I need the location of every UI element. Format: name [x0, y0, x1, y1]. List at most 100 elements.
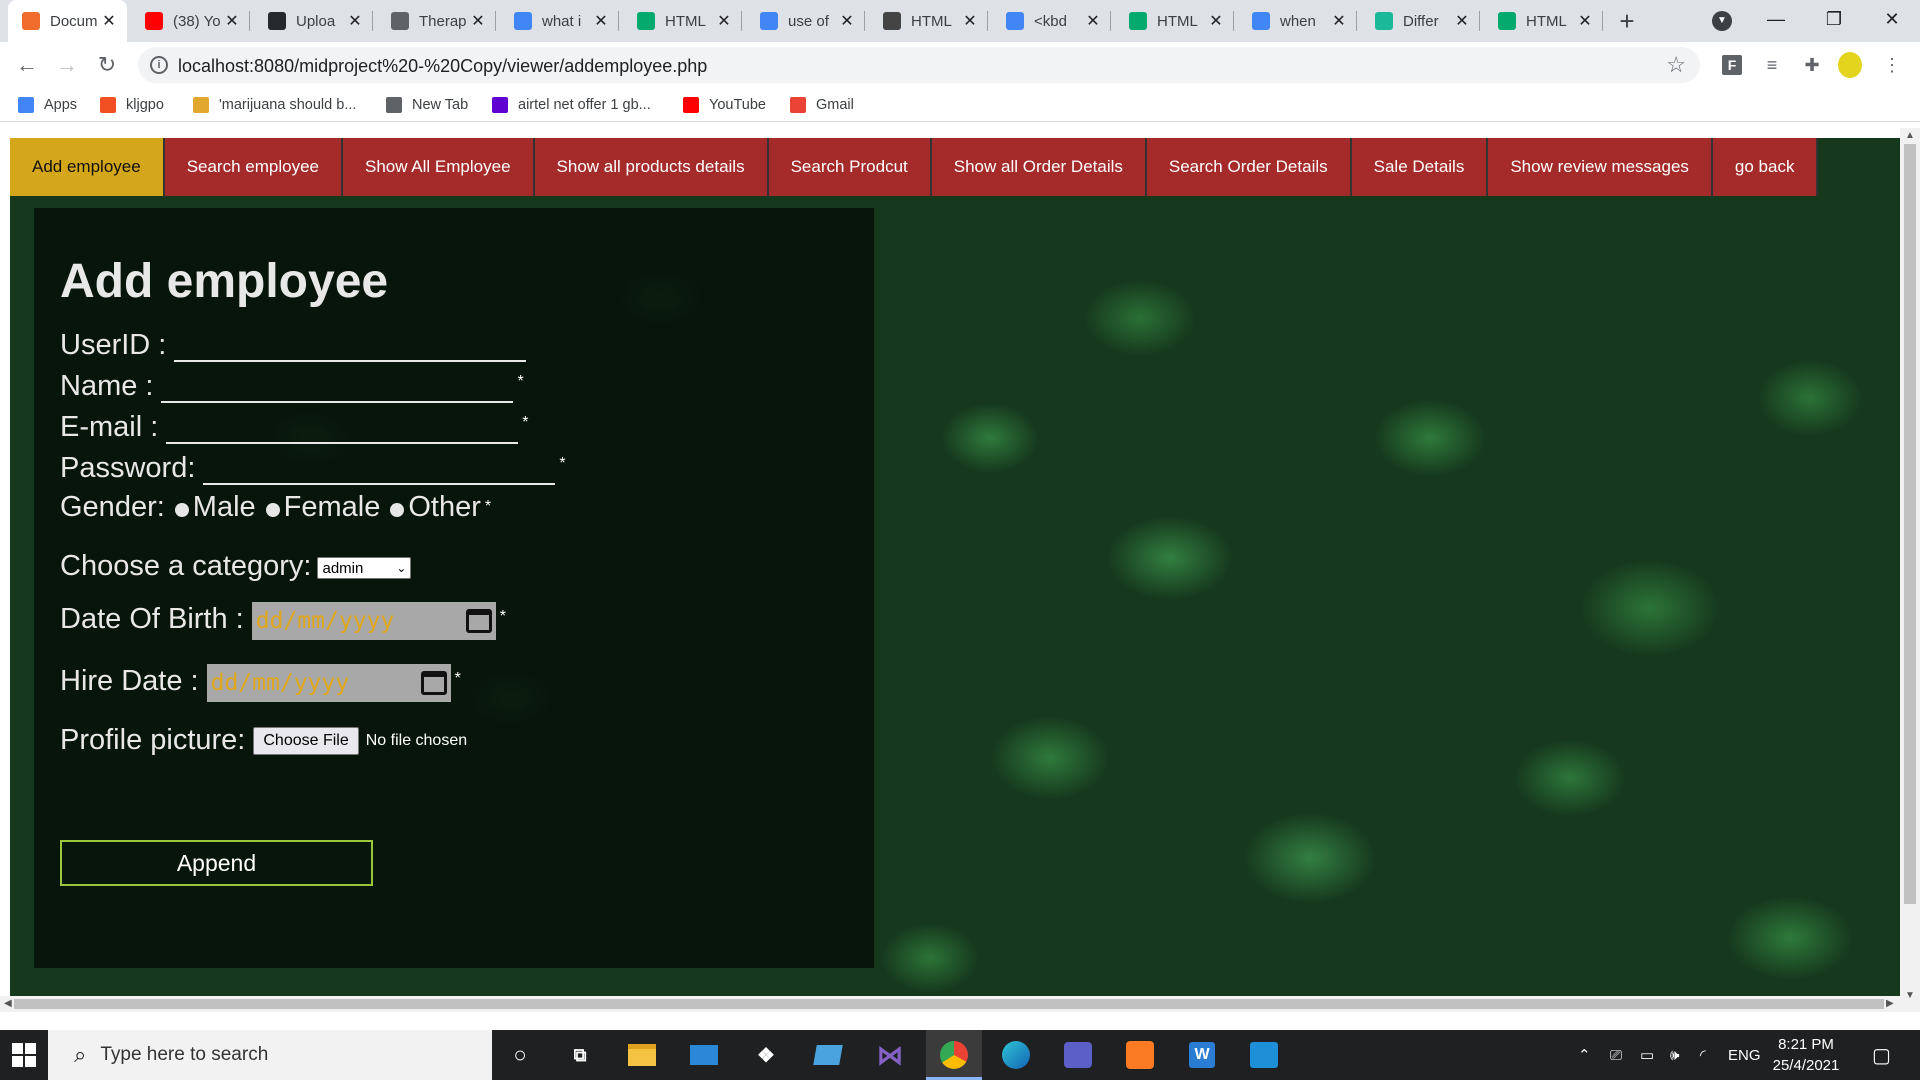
radio-male[interactable]: [174, 503, 189, 517]
gender-option-female[interactable]: Female: [284, 491, 381, 524]
browser-tab[interactable]: HTML ✕: [1484, 0, 1603, 42]
gender-option-male[interactable]: Male: [193, 491, 256, 524]
browser-tab[interactable]: Docum ✕: [8, 0, 127, 42]
cortana-icon[interactable]: ○: [502, 1038, 538, 1072]
tab-close-icon[interactable]: ✕: [101, 11, 117, 31]
tab-close-icon[interactable]: ✕: [716, 11, 732, 31]
tab-close-icon[interactable]: ✕: [1208, 11, 1224, 31]
calendar-icon[interactable]: [420, 671, 447, 695]
browser-tab[interactable]: Differ ✕: [1361, 0, 1480, 42]
browser-tab[interactable]: use of ✕: [746, 0, 865, 42]
tab-close-icon[interactable]: ✕: [470, 11, 486, 31]
tray-device-icon[interactable]: ⎚: [1610, 1030, 1622, 1080]
scroll-down-icon[interactable]: ▼: [1905, 990, 1915, 1001]
media-player-icon[interactable]: [1246, 1038, 1282, 1072]
windows-start-icon[interactable]: [12, 1043, 36, 1067]
browser-tab[interactable]: when ✕: [1238, 0, 1357, 42]
xampp-icon[interactable]: [1122, 1038, 1158, 1072]
bookmark-item[interactable]: Apps: [18, 95, 77, 115]
taskbar-search-box[interactable]: ⌕ Type here to search: [48, 1030, 492, 1080]
tab-close-icon[interactable]: ✕: [347, 11, 363, 31]
choose-file-button[interactable]: Choose File: [253, 727, 359, 755]
battery-icon[interactable]: ▭: [1640, 1030, 1654, 1080]
word-icon[interactable]: W: [1184, 1038, 1220, 1072]
vertical-scroll-thumb[interactable]: [1904, 144, 1916, 904]
nav-item-show-review-messages[interactable]: Show review messages: [1488, 138, 1713, 196]
restore-icon[interactable]: ❐: [1806, 0, 1862, 38]
email-input[interactable]: [166, 410, 519, 444]
show-hidden-icons[interactable]: ⌃: [1578, 1030, 1591, 1080]
bookmark-item[interactable]: kljgpo: [100, 95, 164, 115]
site-info-icon[interactable]: i: [150, 56, 168, 74]
nav-item-go-back[interactable]: go back: [1712, 138, 1819, 196]
new-tab-button[interactable]: +: [1612, 6, 1642, 36]
bookmark-item[interactable]: Gmail: [790, 95, 854, 115]
nav-item-search-order-details[interactable]: Search Order Details: [1146, 138, 1352, 196]
chrome-icon[interactable]: [936, 1038, 972, 1072]
browser-tab[interactable]: (38) Yo ✕: [131, 0, 250, 42]
extension-f-icon[interactable]: F: [1720, 53, 1744, 77]
tab-close-icon[interactable]: ✕: [1577, 11, 1593, 31]
tab-close-icon[interactable]: ✕: [224, 11, 240, 31]
scroll-right-icon[interactable]: ▶: [1886, 998, 1894, 1009]
nav-item-sale-details[interactable]: Sale Details: [1351, 138, 1489, 196]
browser-tab[interactable]: <kbd ✕: [992, 0, 1111, 42]
tab-close-icon[interactable]: ✕: [839, 11, 855, 31]
reload-icon[interactable]: ↻: [92, 50, 122, 80]
volume-icon[interactable]: 🕪: [1670, 1030, 1679, 1080]
dropbox-icon[interactable]: ❖: [748, 1038, 784, 1072]
append-button[interactable]: Append: [60, 840, 373, 886]
radio-female[interactable]: [265, 503, 280, 517]
extensions-puzzle-icon[interactable]: ✚: [1800, 53, 1824, 77]
calendar-icon[interactable]: [465, 609, 492, 633]
wifi-icon[interactable]: ◜: [1700, 1030, 1706, 1080]
language-indicator[interactable]: ENG: [1728, 1030, 1761, 1080]
edge-icon[interactable]: [998, 1038, 1034, 1072]
bookmark-item[interactable]: YouTube: [683, 95, 766, 115]
tab-close-icon[interactable]: ✕: [962, 11, 978, 31]
visual-studio-icon[interactable]: ⋈: [872, 1038, 908, 1072]
tab-close-icon[interactable]: ✕: [1085, 11, 1101, 31]
hire-date-input[interactable]: dd/mm/yyyy: [206, 664, 451, 702]
address-bar-url[interactable]: localhost:8080/midproject%20-%20Copy/vie…: [178, 56, 707, 77]
gender-option-other[interactable]: Other: [408, 491, 481, 524]
minimize-icon[interactable]: —: [1748, 0, 1804, 38]
profile-avatar[interactable]: [1838, 52, 1862, 78]
notifications-icon[interactable]: ▢: [1872, 1030, 1891, 1080]
extension-stack-icon[interactable]: ≡: [1760, 53, 1784, 77]
vertical-scrollbar[interactable]: ▲ ▼: [1900, 128, 1920, 1012]
tab-close-icon[interactable]: ✕: [1331, 11, 1347, 31]
browser-tab[interactable]: HTML ✕: [869, 0, 988, 42]
address-bar[interactable]: i localhost:8080/midproject%20-%20Copy/v…: [138, 47, 1700, 83]
nav-item-search-employee[interactable]: Search employee: [164, 138, 343, 196]
back-arrow-icon[interactable]: ←: [12, 50, 42, 80]
browser-tab[interactable]: HTML ✕: [623, 0, 742, 42]
browser-tab[interactable]: Uploa ✕: [254, 0, 373, 42]
file-explorer-icon[interactable]: [624, 1038, 660, 1072]
tab-close-icon[interactable]: ✕: [1454, 11, 1470, 31]
close-window-icon[interactable]: ✕: [1864, 0, 1920, 38]
tab-close-icon[interactable]: ✕: [593, 11, 609, 31]
connect-app-icon[interactable]: [810, 1038, 846, 1072]
dob-date-input[interactable]: dd/mm/yyyy: [251, 602, 496, 640]
bookmark-item[interactable]: 'marijuana should b...: [193, 95, 356, 115]
task-view-icon[interactable]: ⧉: [562, 1038, 598, 1072]
name-input[interactable]: [161, 369, 514, 403]
browser-tab[interactable]: HTML ✕: [1115, 0, 1234, 42]
scroll-up-icon[interactable]: ▲: [1905, 130, 1915, 141]
password-input[interactable]: [203, 451, 556, 485]
nav-item-show-all-order-details[interactable]: Show all Order Details: [931, 138, 1147, 196]
radio-other[interactable]: [390, 503, 405, 517]
nav-item-search-prodcut[interactable]: Search Prodcut: [768, 138, 932, 196]
horizontal-scroll-thumb[interactable]: [14, 999, 1884, 1009]
browser-tab[interactable]: Therap ✕: [377, 0, 496, 42]
userid-input[interactable]: [174, 328, 527, 362]
menu-kebab-icon[interactable]: ⋮: [1880, 53, 1904, 77]
mail-icon[interactable]: [686, 1038, 722, 1072]
nav-item-add-employee[interactable]: Add employee: [10, 138, 165, 196]
browser-tab[interactable]: what i ✕: [500, 0, 619, 42]
taskbar-clock[interactable]: 8:21 PM 25/4/2021: [1760, 1034, 1852, 1076]
horizontal-scrollbar[interactable]: ◀ ▶: [0, 996, 1900, 1012]
nav-item-show-all-products-details[interactable]: Show all products details: [534, 138, 769, 196]
bookmark-item[interactable]: New Tab: [386, 95, 468, 115]
